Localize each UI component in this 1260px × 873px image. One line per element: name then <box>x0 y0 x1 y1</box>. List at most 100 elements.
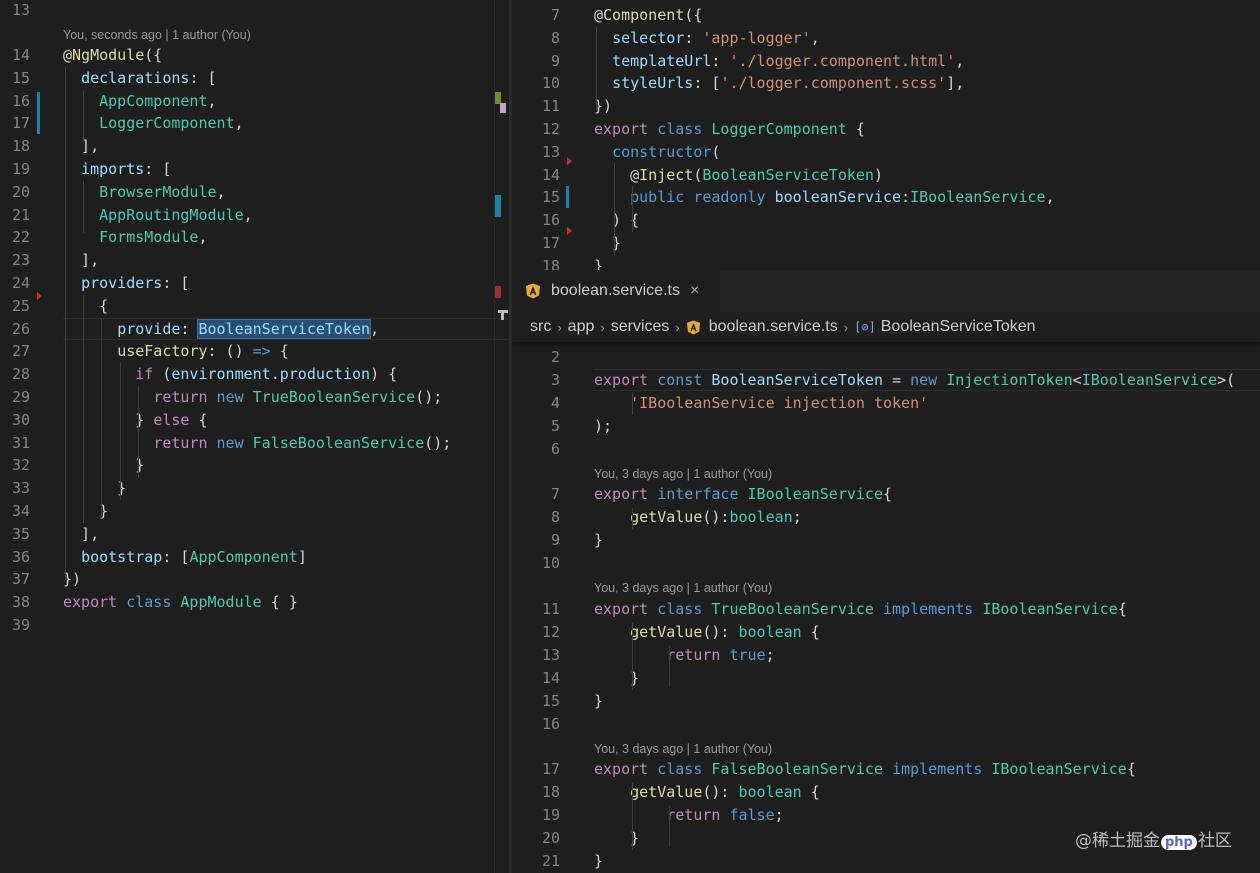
overview-marker-selection-stem <box>501 310 504 320</box>
chevron-right-icon: › <box>843 319 849 335</box>
code-line[interactable]: 32 } <box>0 454 509 476</box>
code-token: ; <box>792 508 802 526</box>
code-line[interactable]: 30 } else { <box>0 409 509 431</box>
code-line[interactable]: 22 FormsModule, <box>0 226 509 248</box>
code-line[interactable]: 13 return true; <box>512 644 1260 666</box>
code-line[interactable]: 18} <box>512 255 1260 270</box>
code-line[interactable]: 16 ) { <box>512 209 1260 231</box>
code-line[interactable]: 11}) <box>512 95 1260 117</box>
code-line[interactable]: 10 <box>512 552 1260 574</box>
code-token: LoggerComponent <box>99 114 235 133</box>
code-line[interactable]: 24 providers: [ <box>0 272 509 294</box>
code-line[interactable]: 26 provide: BooleanServiceToken, <box>0 318 509 340</box>
code-line[interactable]: 14 @Inject(BooleanServiceToken) <box>512 164 1260 186</box>
codelens-blame[interactable]: You, 3 days ago | 1 author (You) <box>594 464 772 484</box>
code-line[interactable]: 8 selector: 'app-logger', <box>512 27 1260 49</box>
code-token: FalseBooleanService <box>252 433 425 452</box>
code-line[interactable]: 9} <box>512 529 1260 551</box>
breadcrumb-app[interactable]: app <box>568 318 595 336</box>
codelens-blame[interactable]: You, 3 days ago | 1 author (You) <box>594 578 772 598</box>
code-line[interactable]: 15 public readonly booleanService:IBoole… <box>512 186 1260 208</box>
code-line[interactable]: 33 } <box>0 477 509 499</box>
code-line[interactable]: 18 ], <box>0 135 509 157</box>
code-line[interactable]: 39 <box>0 614 509 636</box>
code-line[interactable]: 12 getValue(): boolean { <box>512 621 1260 643</box>
code-token: ) <box>873 165 883 184</box>
code-line[interactable]: 25 { <box>0 295 509 317</box>
breadcrumb-services[interactable]: services <box>611 318 670 336</box>
editor-right-boolean-service[interactable]: boolean.service.ts × src › app › service… <box>512 270 1260 873</box>
line-number: 36 <box>11 547 30 566</box>
code-line[interactable]: 23 ], <box>0 249 509 271</box>
code-line[interactable]: 8 getValue():boolean; <box>512 506 1260 528</box>
code-line[interactable]: 17 LoggerComponent, <box>0 112 509 134</box>
tab-boolean-service[interactable]: boolean.service.ts × <box>512 270 720 312</box>
code-line[interactable]: 9 templateUrl: './logger.component.html'… <box>512 50 1260 72</box>
code-line[interactable]: 4 'IBooleanService injection token' <box>512 392 1260 414</box>
code-line[interactable]: 7 @Component({ <box>512 4 1260 26</box>
line-number: 26 <box>11 319 30 338</box>
code-line[interactable]: 16 <box>512 713 1260 735</box>
code-line[interactable]: 28 if (environment.production) { <box>0 363 509 385</box>
code-line[interactable]: 14 } <box>512 667 1260 689</box>
codelens-blame[interactable]: You, seconds ago | 1 author (You) <box>63 25 251 45</box>
breadcrumb-src[interactable]: src <box>530 318 551 336</box>
code-line[interactable]: 18 getValue(): boolean { <box>512 781 1260 803</box>
code-line[interactable]: 20 BrowserModule, <box>0 181 509 203</box>
code-line[interactable]: 29 return new TrueBooleanService(); <box>0 386 509 408</box>
code-token: (); <box>424 433 452 452</box>
line-code: } <box>594 850 603 872</box>
code-line[interactable]: 38 export class AppModule { } <box>0 591 509 613</box>
line-code: bootstrap: [AppComponent] <box>63 546 307 568</box>
editor-right-logger-component[interactable]: 7 @Component({8 selector: 'app-logger', 9 … <box>512 0 1260 270</box>
chevron-right-icon: › <box>557 319 562 335</box>
code-line[interactable]: 3 export const BooleanServiceToken = new … <box>512 369 1260 391</box>
line-code: @NgModule({ <box>63 44 162 66</box>
code-token: export <box>594 599 649 618</box>
code-line[interactable]: 36 bootstrap: [AppComponent] <box>0 546 509 568</box>
code-line[interactable]: 21 AppRoutingModule, <box>0 204 509 226</box>
code-line[interactable]: 21} <box>512 850 1260 872</box>
code-line[interactable]: 10 styleUrls: ['./logger.component.scss'… <box>512 72 1260 94</box>
overview-ruler[interactable] <box>494 0 509 873</box>
code-line[interactable]: 14 @NgModule({ <box>0 44 509 66</box>
code-line[interactable]: 11 export class TrueBooleanService implem… <box>512 598 1260 620</box>
code-line[interactable]: 31 return new FalseBooleanService(); <box>0 432 509 454</box>
code-line[interactable]: 5); <box>512 415 1260 437</box>
code-line[interactable]: 17 } <box>512 232 1260 254</box>
code-token: return <box>153 433 208 452</box>
breadcrumb-symbol[interactable]: BooleanServiceToken <box>881 318 1036 336</box>
code-token: providers <box>81 274 163 292</box>
code-token: environment <box>171 365 271 384</box>
line-number: 14 <box>541 668 560 687</box>
editor-left-app-module[interactable]: You, seconds ago | 1 author (You) 13 14 @Ng… <box>0 0 509 873</box>
code-line[interactable]: 6 <box>512 438 1260 460</box>
code-line[interactable]: 2 <box>512 346 1260 368</box>
code-line[interactable]: 12 export class LoggerComponent { <box>512 118 1260 140</box>
code-line[interactable]: 16 AppComponent, <box>0 90 509 112</box>
code-line[interactable]: 19 return false; <box>512 804 1260 826</box>
line-number: 32 <box>11 456 30 475</box>
code-line[interactable]: 27 useFactory: () => { <box>0 340 509 362</box>
indent-guide <box>632 783 633 850</box>
code-line[interactable]: 17 export class FalseBooleanService imple… <box>512 758 1260 780</box>
code-line[interactable]: 34 } <box>0 500 509 522</box>
code-line[interactable]: 15 declarations: [ <box>0 67 509 89</box>
code-line[interactable]: 19 imports: [ <box>0 158 509 180</box>
code-token: bootstrap <box>81 547 163 566</box>
code-token: AppComponent <box>99 91 208 110</box>
code-line[interactable]: 13 constructor( <box>512 141 1260 163</box>
codelens-blame[interactable]: You, 3 days ago | 1 author (You) <box>594 739 772 759</box>
line-number: 12 <box>541 622 560 641</box>
code-line[interactable]: 37}) <box>0 568 509 590</box>
code-line[interactable]: 7 export interface IBooleanService{ <box>512 483 1260 505</box>
code-line[interactable]: 13 <box>0 0 509 21</box>
code-token: class <box>126 593 172 612</box>
breadcrumb-file[interactable]: boolean.service.ts <box>709 318 838 336</box>
code-line[interactable]: 15} <box>512 690 1260 712</box>
close-icon[interactable]: × <box>690 282 699 300</box>
code-token: } <box>63 410 154 429</box>
code-line[interactable]: 35 ], <box>0 523 509 545</box>
